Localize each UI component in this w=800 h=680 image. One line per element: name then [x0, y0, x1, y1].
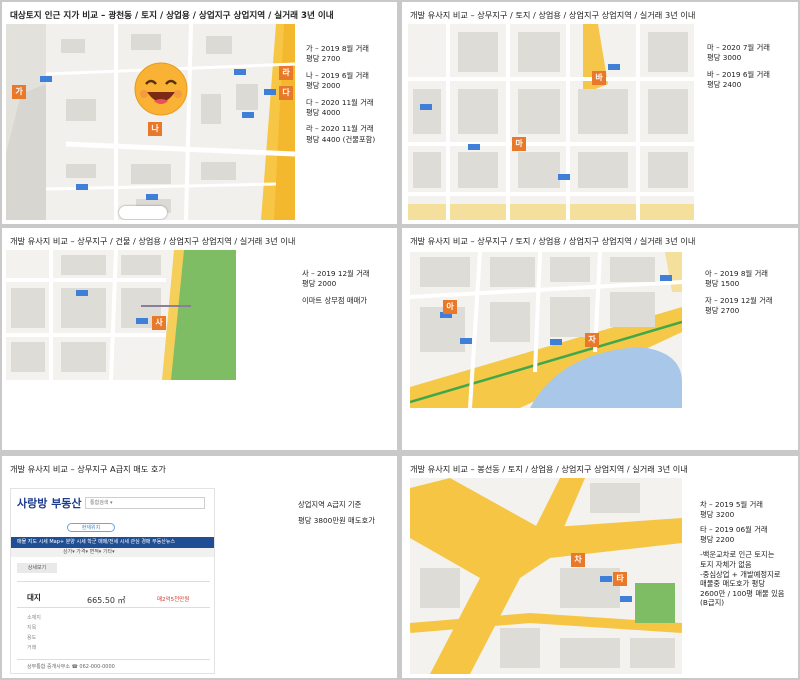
listing-row: 지목: [27, 625, 37, 631]
listing-row: 소재지: [27, 615, 41, 621]
slide-4-info: 아 – 2019 8월 거래 평당 1500 자 – 2019 12월 거래 평당 …: [705, 269, 773, 316]
listing-price: 매2억5천만원: [157, 597, 190, 603]
slide-4-title: 개발 유사지 비교 – 상무지구 / 토지 / 상업용 / 상업지구 상업지역 …: [410, 236, 696, 246]
smiley-emoji-icon: [134, 62, 188, 116]
site-nav[interactable]: 매물 지도 시세 Map+ 분양 시세 학군 매매/전세 시세 관심 경매 부동…: [11, 537, 214, 548]
map-6[interactable]: 차 타: [410, 478, 682, 674]
marker-na[interactable]: 나: [148, 122, 162, 136]
slide-5-info: 상업지역 A급지 기준 평당 3800만원 매도호가: [298, 500, 375, 526]
marker-ma[interactable]: 마: [512, 137, 526, 151]
slide-2-info: 마 – 2020 7월 거래 평당 3000 바 – 2019 6월 거래 평당 2…: [707, 43, 770, 90]
marker-da[interactable]: 다: [279, 86, 293, 100]
slide-3[interactable]: 개발 유사지 비교 – 상무지구 / 건물 / 상업용 / 상업지구 상업지역 …: [2, 228, 397, 450]
listing-kind: 대지: [27, 593, 41, 602]
marker-a[interactable]: 아: [443, 300, 457, 314]
slide-3-title: 개발 유사지 비교 – 상무지구 / 건물 / 상업용 / 상업지구 상업지역 …: [10, 236, 296, 246]
listing-row: 용도: [27, 635, 37, 641]
search-input[interactable]: 통합검색 ▾: [85, 497, 205, 509]
slide-1[interactable]: 대상토지 인근 지가 비교 – 광천동 / 토지 / 상업용 / 상업지구 상업…: [2, 2, 397, 224]
marker-ta[interactable]: 타: [613, 572, 627, 586]
map-4[interactable]: 아 자: [410, 252, 682, 408]
slide-grid: 대상토지 인근 지가 비교 – 광천동 / 토지 / 상업용 / 상업지구 상업…: [0, 0, 800, 680]
slide-6[interactable]: 개발 유사지 비교 – 봉선동 / 토지 / 상업용 / 상업지구 상업지역 /…: [402, 456, 798, 678]
map-1[interactable]: 가 나 라 다: [6, 24, 295, 220]
listing-web-screenshot[interactable]: 사랑방 부동산 통합검색 ▾ 현재위치 매물 지도 시세 Map+ 분양 시세 …: [10, 488, 215, 674]
marker-ra[interactable]: 라: [279, 66, 293, 80]
detail-button[interactable]: 상세보기: [17, 563, 57, 573]
marker-sa[interactable]: 사: [152, 316, 166, 330]
slide-6-info: 차 – 2019 5월 거래 평당 3200 타 – 2019 06월 거래 평당 …: [700, 500, 785, 608]
map-2[interactable]: 바 마: [408, 24, 694, 220]
map-3[interactable]: 사: [6, 250, 236, 380]
marker-cha[interactable]: 차: [571, 553, 585, 567]
listing-area: 665.50 ㎡: [87, 596, 126, 605]
slide-5[interactable]: 개발 유사지 비교 – 상무지구 A급지 매도 호가 사랑방 부동산 통합검색 …: [2, 456, 397, 678]
slide-2-title: 개발 유사지 비교 – 상무지구 / 토지 / 상업용 / 상업지구 상업지역 …: [410, 10, 696, 20]
slide-5-title: 개발 유사지 비교 – 상무지구 A급지 매도 호가: [10, 464, 166, 474]
listing-row: 거래: [27, 645, 37, 651]
site-logo[interactable]: 사랑방 부동산: [17, 495, 82, 511]
location-pill-button[interactable]: 현재위치: [67, 523, 115, 532]
broker-info: 상무통합 중개사무소 ☎ 062-000-0000: [17, 659, 210, 673]
listing-card[interactable]: 대지 665.50 ㎡ 매2억5천만원: [17, 581, 210, 608]
marker-ba[interactable]: 바: [592, 71, 606, 85]
avatar: [119, 206, 167, 219]
slide-3-info: 사 – 2019 12월 거래 평당 2000 이마트 상무점 매매가: [302, 269, 370, 305]
slide-2[interactable]: 개발 유사지 비교 – 상무지구 / 토지 / 상업용 / 상업지구 상업지역 …: [402, 2, 798, 224]
marker-ga[interactable]: 가: [12, 85, 26, 99]
slide-6-title: 개발 유사지 비교 – 봉선동 / 토지 / 상업용 / 상업지구 상업지역 /…: [410, 464, 688, 474]
slide-1-info: 가 – 2019 8월 거래 평당 2700 나 – 2019 6월 거래 평당 2…: [306, 44, 376, 144]
filter-bar[interactable]: 상가▾ 가격▾ 면적▾ 기타▾: [11, 548, 214, 557]
marker-ja[interactable]: 자: [585, 333, 599, 347]
slide-1-title: 대상토지 인근 지가 비교 – 광천동 / 토지 / 상업용 / 상업지구 상업…: [10, 11, 334, 21]
slide-4[interactable]: 개발 유사지 비교 – 상무지구 / 토지 / 상업용 / 상업지구 상업지역 …: [402, 228, 798, 450]
